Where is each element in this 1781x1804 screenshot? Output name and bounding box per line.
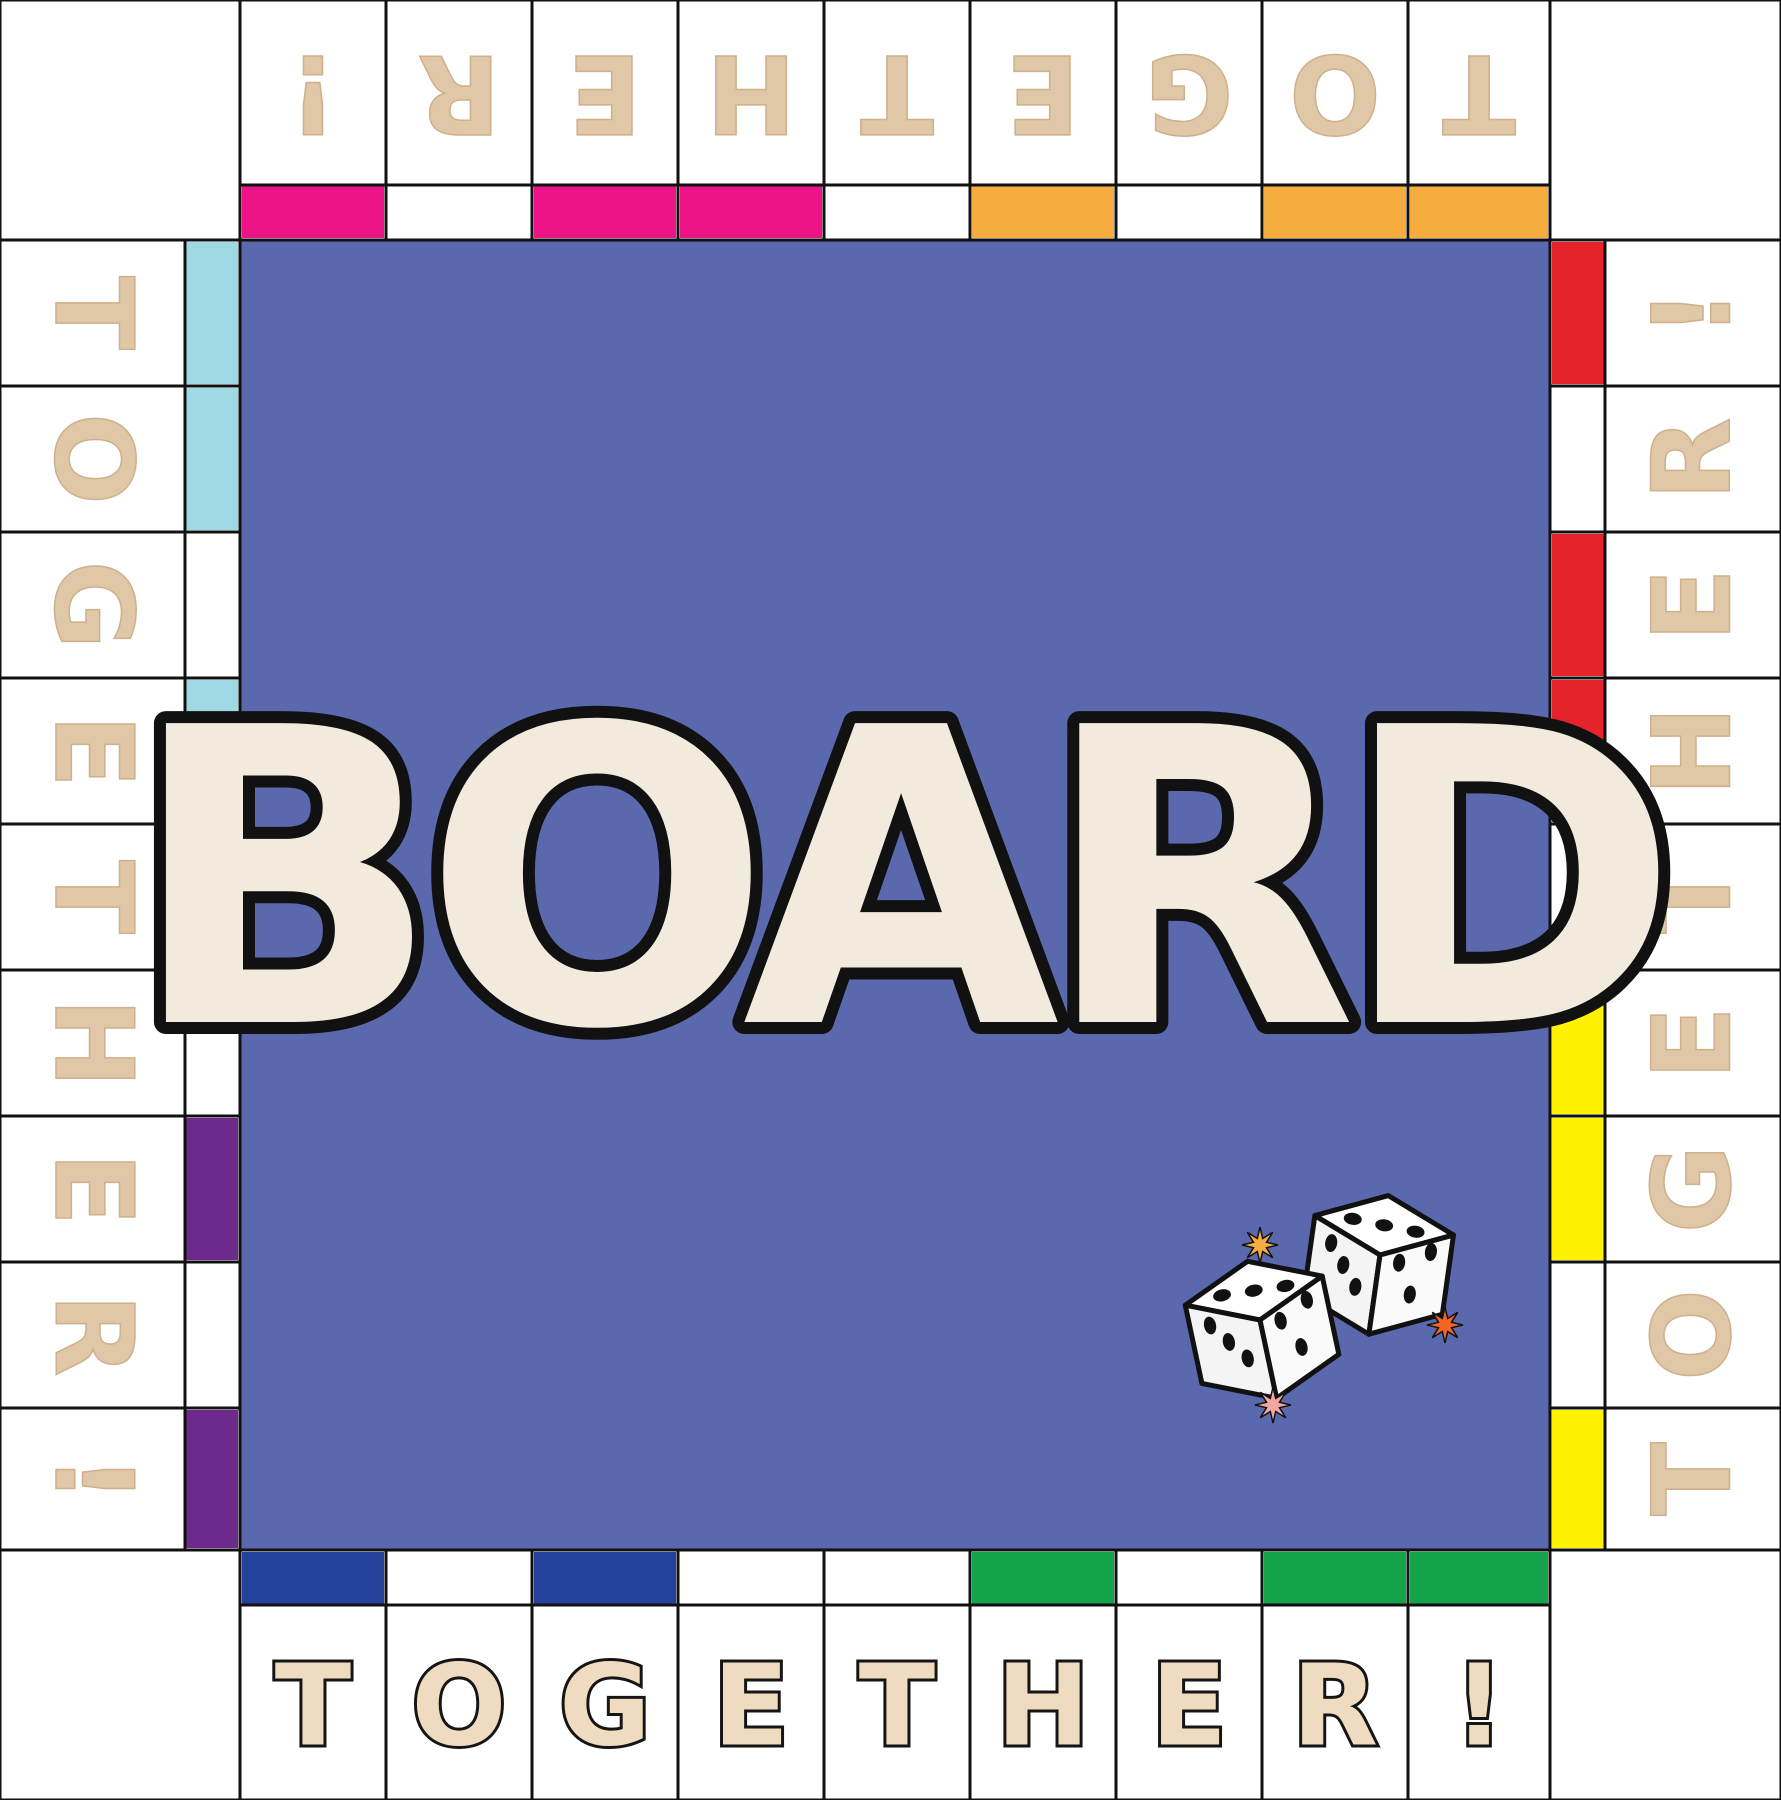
corner-bottom-left — [0, 1548, 242, 1802]
space-top: H — [676, 0, 826, 242]
board-title: BOARD — [128, 641, 1661, 1119]
space-top: G — [1114, 0, 1264, 242]
space-right: G — [1548, 1114, 1781, 1264]
space-letter: O — [1289, 30, 1381, 155]
space-letter: T — [860, 30, 934, 155]
corner-top-left — [0, 0, 242, 242]
color-strip-purple — [185, 1410, 238, 1548]
space-right: ! — [1548, 238, 1781, 388]
space-letter: T — [275, 1642, 351, 1772]
color-strip-navy — [242, 1552, 384, 1605]
corner-bottom-right — [1548, 1548, 1781, 1802]
board-svg: ! R E H T E G O TT O G E T H E R !TOGETHER!!REHTEGOTBOAR… — [0, 0, 1781, 1802]
space-bottom: ! — [1406, 1548, 1552, 1802]
space-bottom: H — [968, 1548, 1118, 1802]
space-right: T — [1548, 1406, 1781, 1552]
space-letter: ! — [1631, 288, 1756, 337]
color-strip-light_blue — [185, 242, 238, 384]
color-strip-green — [972, 1552, 1114, 1605]
space-top: T — [822, 0, 972, 242]
space-letter: G — [30, 561, 155, 650]
game-board: ! R E H T E G O T T O G E T H E R! T O G E T H E R!! R E H T E G O T BOAR… — [0, 0, 1781, 1802]
space-letter: E — [1631, 568, 1756, 642]
color-strip-yellow — [1552, 1118, 1605, 1260]
sparkle-icon — [1241, 1226, 1279, 1264]
space-letter: T — [30, 276, 155, 350]
space-bottom: E — [1114, 1548, 1264, 1802]
color-strip-light_blue — [185, 388, 238, 530]
space-letter: O — [30, 413, 155, 505]
space-letter: E — [1006, 30, 1080, 155]
space-letter: O — [411, 1642, 506, 1772]
space-letter: E — [1151, 1642, 1228, 1772]
space-bottom: O — [384, 1548, 534, 1802]
space-letter: E — [568, 30, 642, 155]
color-strip-orange — [1410, 185, 1548, 238]
space-letter: H — [996, 1642, 1090, 1772]
space-letter: ! — [288, 30, 337, 155]
space-left: R — [0, 1260, 242, 1410]
color-strip-pink — [534, 185, 676, 238]
space-letter: E — [30, 1152, 155, 1226]
space-bottom: E — [676, 1548, 826, 1802]
color-strip-pink — [242, 185, 384, 238]
space-letter: R — [417, 30, 500, 155]
space-right: O — [1548, 1260, 1781, 1410]
space-left: O — [0, 384, 242, 534]
space-letter: T — [1442, 30, 1516, 155]
space-letter: R — [1631, 417, 1756, 500]
space-letter: O — [1631, 1289, 1756, 1381]
space-letter: G — [559, 1642, 651, 1772]
color-strip-pink — [680, 185, 822, 238]
space-letter: R — [1292, 1642, 1378, 1772]
space-bottom: T — [822, 1548, 972, 1802]
space-top: R — [384, 0, 534, 242]
space-letter: G — [1145, 30, 1234, 155]
space-letter: R — [30, 1293, 155, 1376]
space-left: T — [0, 238, 242, 388]
corner-top-right — [1548, 0, 1781, 242]
space-top: O — [1260, 0, 1410, 242]
color-strip-yellow — [1552, 1410, 1605, 1548]
space-bottom: G — [530, 1548, 680, 1802]
color-strip-red — [1552, 242, 1605, 384]
sparkle-icon — [1426, 1306, 1464, 1344]
space-letter: H — [706, 30, 796, 155]
color-strip-orange — [1264, 185, 1406, 238]
space-letter: ! — [30, 1454, 155, 1503]
space-letter: T — [859, 1642, 935, 1772]
space-letter: ! — [1453, 1642, 1504, 1772]
space-right: R — [1548, 384, 1781, 534]
color-strip-purple — [185, 1118, 238, 1260]
space-top: E — [968, 0, 1118, 242]
color-strip-navy — [534, 1552, 676, 1605]
sparkle-icon — [1254, 1386, 1292, 1424]
color-strip-green — [1264, 1552, 1406, 1605]
space-left: E — [0, 1114, 242, 1264]
color-strip-orange — [972, 185, 1114, 238]
space-top: E — [530, 0, 680, 242]
space-letter: T — [1631, 1442, 1756, 1516]
color-strip-green — [1410, 1552, 1548, 1605]
space-top: T — [1406, 0, 1552, 242]
space-letter: G — [1631, 1145, 1756, 1234]
space-letter: E — [713, 1642, 790, 1772]
space-top: ! — [238, 0, 388, 242]
space-bottom: T — [238, 1548, 388, 1802]
space-bottom: R — [1260, 1548, 1410, 1802]
space-left: ! — [0, 1406, 242, 1552]
